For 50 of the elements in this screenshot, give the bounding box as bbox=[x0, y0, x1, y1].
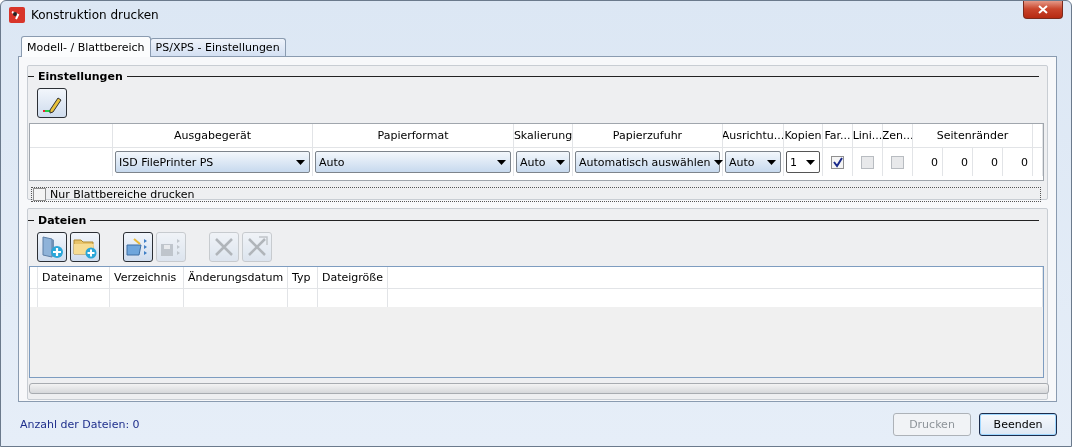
dialog-button[interactable]: Beenden bbox=[979, 412, 1057, 436]
column-header: Papierzufuhr bbox=[573, 124, 723, 148]
toolbar-button[interactable] bbox=[123, 232, 153, 262]
color-pen-button[interactable] bbox=[37, 88, 67, 118]
column-header: Far... bbox=[823, 124, 853, 148]
dropdown[interactable]: ISD FilePrinter PS bbox=[115, 151, 310, 173]
dropdown[interactable]: 1 bbox=[786, 151, 820, 173]
toolbar-button[interactable] bbox=[70, 232, 100, 262]
margin-value[interactable]: 0 bbox=[1005, 155, 1030, 169]
dropdown[interactable]: Auto bbox=[516, 151, 570, 173]
column-header: Änderungsdatum bbox=[184, 267, 288, 288]
dropdown[interactable]: Auto bbox=[725, 151, 781, 173]
app-icon bbox=[9, 6, 25, 23]
column-header: Dateiname bbox=[38, 267, 110, 288]
close-icon bbox=[1038, 4, 1048, 14]
column-header: Lini... bbox=[853, 124, 883, 148]
checkbox[interactable] bbox=[33, 188, 46, 201]
caret-icon bbox=[556, 159, 565, 165]
document-add-icon bbox=[40, 235, 64, 259]
dropdown[interactable]: Auto bbox=[315, 151, 511, 173]
column-header: Typ bbox=[288, 267, 318, 288]
column-header: Skalierung bbox=[514, 124, 573, 148]
check-icon bbox=[832, 156, 843, 168]
dropdown[interactable]: Automatisch auswählen bbox=[575, 151, 720, 173]
margin-value[interactable]: 0 bbox=[945, 155, 970, 169]
group-title: Dateien bbox=[38, 213, 87, 227]
window-title: Konstruktion drucken bbox=[31, 7, 159, 22]
tab[interactable]: PS/XPS - Einstellungen bbox=[149, 38, 286, 56]
scrollbar[interactable] bbox=[29, 383, 1049, 394]
column-header: Ausgabegerät bbox=[113, 124, 313, 148]
column-header: Seitenränder bbox=[913, 124, 1033, 148]
checkbox[interactable] bbox=[831, 155, 844, 169]
caret-icon bbox=[296, 159, 305, 165]
checkbox-row[interactable]: Nur Blattbereiche drucken bbox=[31, 187, 1041, 202]
tab[interactable]: Modell- / Blattbereich bbox=[21, 36, 151, 57]
group-title: Einstellungen bbox=[38, 70, 123, 83]
caret-icon bbox=[713, 159, 723, 165]
caret-icon bbox=[806, 159, 815, 165]
toolbar-button[interactable] bbox=[37, 232, 67, 262]
caret-icon bbox=[497, 159, 506, 165]
caret-icon bbox=[767, 159, 776, 165]
column-header: Verzeichnis bbox=[110, 267, 184, 288]
close-button[interactable] bbox=[1023, 1, 1063, 19]
margin-value[interactable]: 0 bbox=[975, 155, 1000, 169]
checkbox-label: Nur Blattbereiche drucken bbox=[50, 188, 195, 201]
margin-value[interactable]: 0 bbox=[915, 155, 940, 169]
column-header: Papierformat bbox=[313, 124, 514, 148]
column-header: Dateigröße bbox=[318, 267, 388, 288]
column-header: Kopien bbox=[784, 124, 823, 148]
file-count: Anzahl der Dateien: 0 bbox=[20, 417, 140, 431]
